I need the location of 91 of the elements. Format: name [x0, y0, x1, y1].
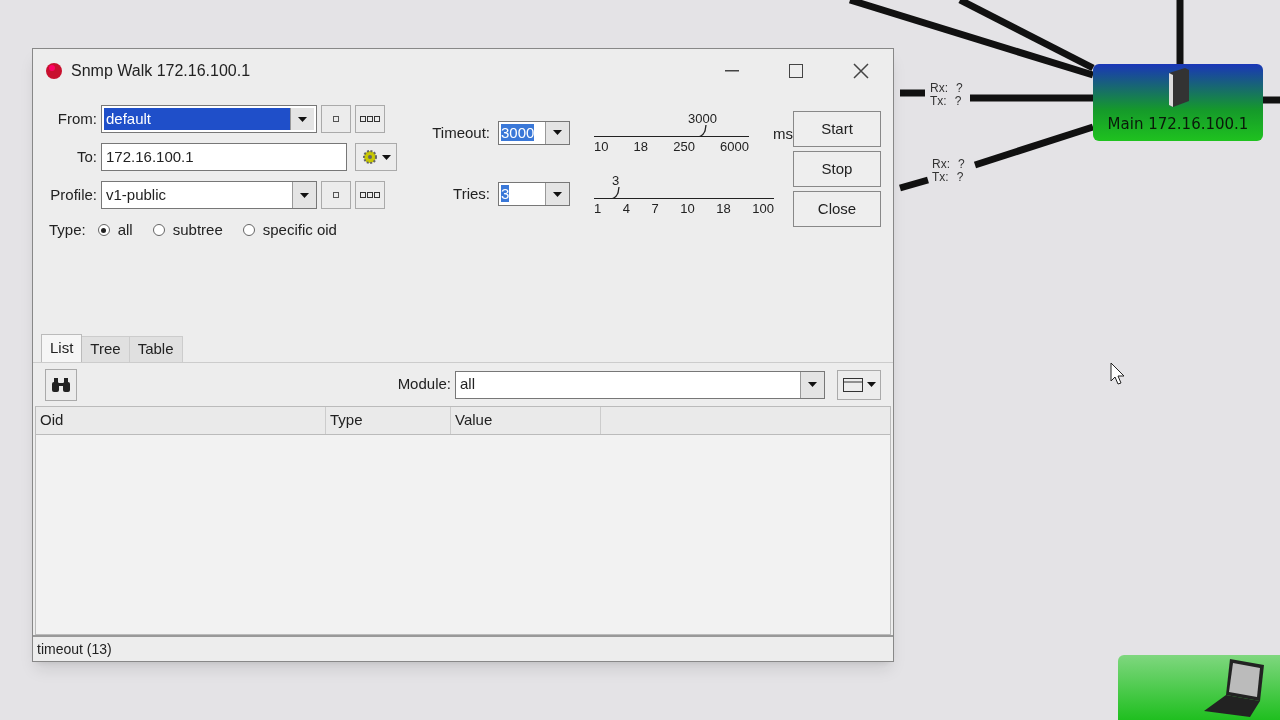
tx-value: ?: [956, 171, 964, 184]
slider-reading: 3000: [688, 110, 717, 128]
field-label: Profile:: [49, 184, 97, 205]
dots-icon: [360, 116, 380, 122]
slider-label: Tries:: [452, 184, 490, 204]
tx-value: ?: [954, 95, 962, 108]
rx-value: ?: [956, 82, 963, 95]
radio-option[interactable]: specific oid: [242, 219, 337, 242]
tick-label: 18: [633, 138, 649, 156]
more-button[interactable]: [355, 105, 385, 133]
link-line: [1263, 96, 1280, 104]
caret-icon: [298, 116, 307, 122]
slider-label: Timeout:: [431, 122, 490, 143]
field-value: 3000: [501, 123, 535, 141]
router-node[interactable]: Main 172.16.100.1: [1093, 64, 1263, 141]
combo-box[interactable]: 3000: [498, 120, 570, 145]
find-button[interactable]: [45, 368, 77, 401]
tick-label: 7: [651, 199, 659, 218]
radio-option[interactable]: subtree: [152, 219, 223, 242]
link-line: [899, 176, 929, 192]
rx-label: Rx:: [930, 82, 948, 95]
minimize-icon[interactable]: [725, 70, 739, 72]
action-button[interactable]: Stop: [793, 151, 881, 187]
unit-label: ms: [773, 124, 793, 144]
slider-thumb[interactable]: [609, 186, 620, 199]
window-title: Snmp Walk 172.16.100.1: [71, 61, 251, 81]
tick-label: 1: [594, 199, 602, 218]
action-button[interactable]: Start: [793, 111, 881, 147]
field-value: 3: [501, 185, 510, 202]
close-icon[interactable]: [853, 63, 869, 79]
columns-button[interactable]: [837, 369, 881, 400]
column-header[interactable]: Value: [451, 407, 601, 434]
radio-option[interactable]: all: [97, 219, 133, 242]
dropdown-button[interactable]: [545, 121, 569, 144]
gear-dropdown-button[interactable]: [355, 143, 397, 171]
more-button[interactable]: [355, 181, 385, 209]
tab[interactable]: List: [41, 334, 83, 362]
field-label: To:: [76, 146, 97, 167]
dropdown-button[interactable]: [292, 182, 316, 208]
node-label: Main 172.16.100.1: [1107, 113, 1249, 135]
slider-thumb[interactable]: [696, 125, 707, 137]
profile-select[interactable]: v1-public: [101, 181, 317, 209]
dropdown-button[interactable]: [800, 371, 824, 398]
rx-label: Rx:: [932, 158, 950, 171]
dots-icon: [360, 192, 380, 198]
laptop-node[interactable]: [1118, 655, 1280, 720]
module-select[interactable]: all: [455, 370, 825, 399]
tick-label: 10: [680, 199, 695, 218]
from-select[interactable]: default: [101, 105, 317, 133]
slider-reading: 3: [612, 171, 620, 190]
tab[interactable]: Table: [129, 336, 183, 362]
caret-icon: [808, 382, 817, 387]
maximize-icon[interactable]: [789, 64, 803, 78]
to-field[interactable]: 172.16.100.1: [101, 143, 347, 171]
tick-label: 100: [752, 199, 774, 218]
tx-label: Tx:: [930, 95, 947, 108]
dropdown-button[interactable]: [290, 108, 314, 130]
tick-label: 250: [673, 138, 695, 156]
tick-label: 18: [716, 199, 731, 218]
column-header[interactable]: Type: [326, 407, 451, 434]
radio-button[interactable]: [242, 224, 255, 237]
table-icon: [842, 377, 863, 392]
edit-button[interactable]: [321, 181, 351, 209]
link-line: [1176, 0, 1184, 65]
caret-icon: [553, 130, 562, 136]
rx-value: ?: [958, 158, 965, 171]
mouse-cursor-icon: [1110, 362, 1126, 386]
field-label: From:: [56, 108, 97, 129]
action-button[interactable]: Close: [793, 191, 881, 227]
radio-button[interactable]: [97, 224, 110, 237]
tick-label: 4: [622, 199, 630, 218]
binoculars-icon: [51, 376, 71, 393]
edit-button[interactable]: [321, 105, 351, 133]
dropdown-button[interactable]: [545, 183, 569, 206]
caret-icon: [300, 192, 309, 198]
caret-icon: [381, 154, 391, 160]
app-icon: [45, 62, 63, 80]
gear-icon: [361, 149, 378, 165]
tx-label: Tx:: [932, 171, 949, 184]
column-header[interactable]: Oid: [36, 407, 326, 434]
field-label: Module:: [397, 374, 451, 395]
combo-box[interactable]: 3: [498, 182, 570, 207]
status-bar: timeout (13): [33, 635, 893, 661]
tick-label: 6000: [720, 138, 749, 156]
field-value: default: [105, 108, 152, 129]
caret-icon: [553, 191, 562, 197]
tick-label: 10: [594, 138, 609, 156]
radio-button[interactable]: [152, 224, 165, 237]
field-label: Type:: [49, 220, 86, 240]
caret-icon: [866, 382, 876, 387]
tab[interactable]: Tree: [82, 336, 130, 362]
